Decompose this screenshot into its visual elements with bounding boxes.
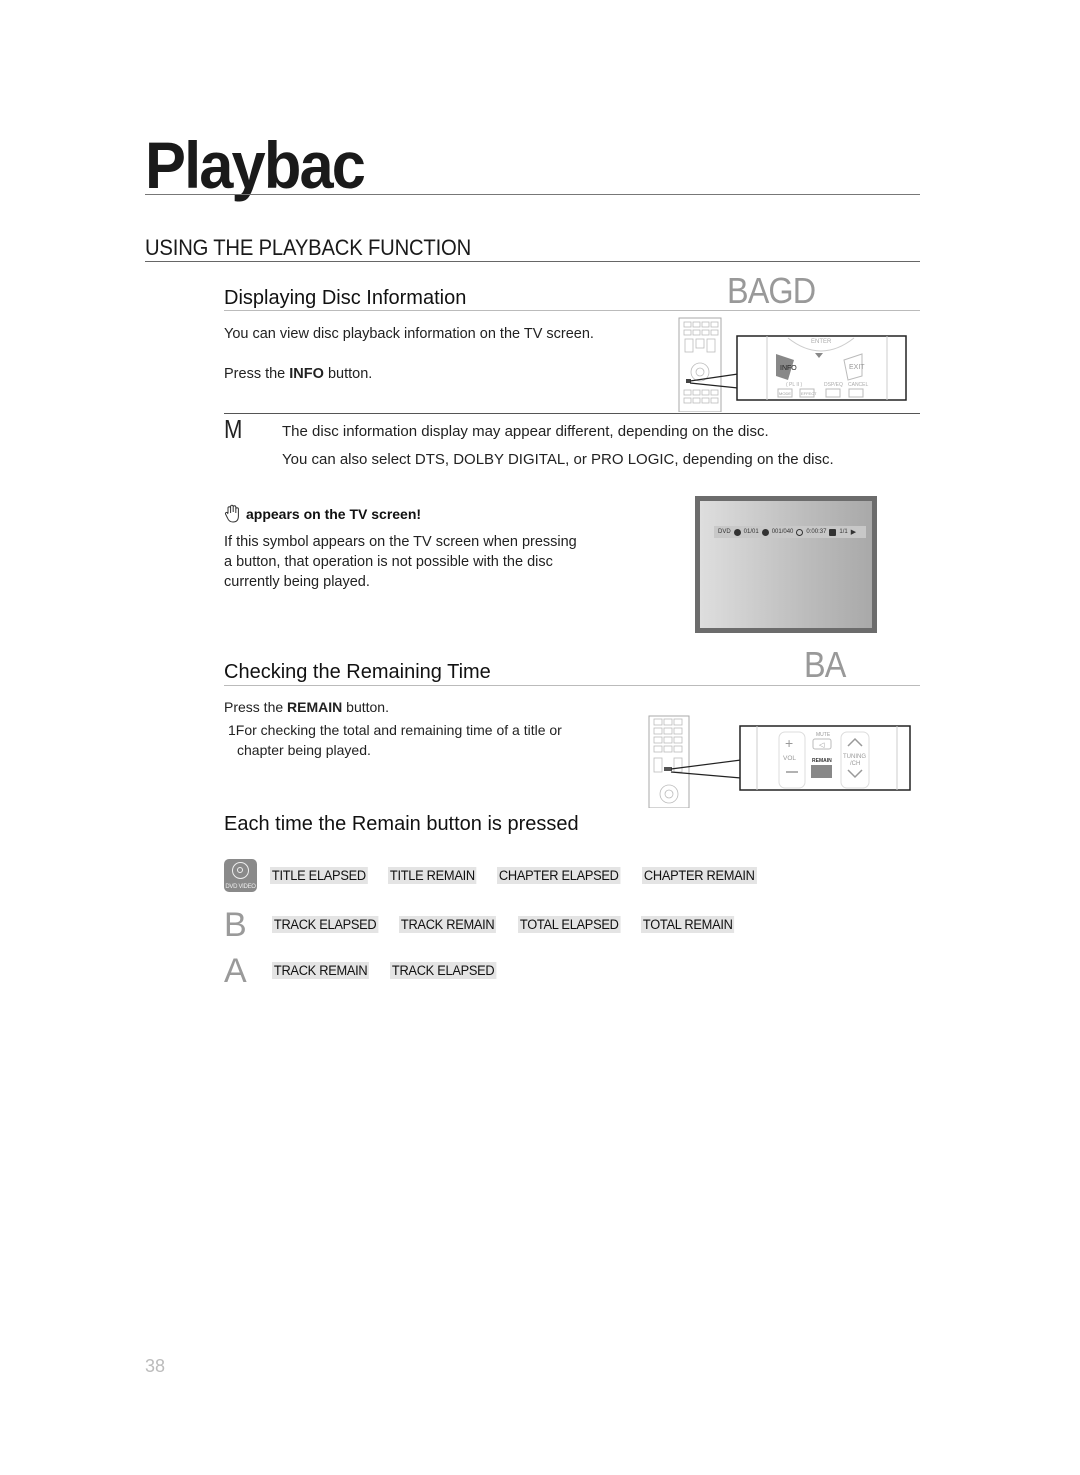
svg-text:EFFECT: EFFECT: [801, 391, 817, 396]
tv-screen-illustration: DVD 01/01 001/040 0:00:37 1/1 ▶: [695, 496, 877, 633]
remain-detail-2: chapter being played.: [237, 742, 371, 758]
prohibit-text-2: a button, that operation is not possible…: [224, 554, 553, 570]
info-step: Press the INFO button.: [224, 364, 372, 384]
disc-type-tags-remaining: BA: [804, 644, 846, 685]
prohibit-text-1: If this symbol appears on the TV screen …: [224, 534, 577, 550]
page-number: 38: [145, 1356, 166, 1376]
svg-text:MODE: MODE: [779, 391, 791, 396]
svg-text:REMAIN: REMAIN: [812, 758, 832, 764]
step-title-remain: TITLE REMAIN: [388, 867, 477, 884]
subsection-divider-remaining: [224, 685, 920, 686]
chapter-divider: [145, 194, 920, 195]
step-total-remain: TOTAL REMAIN: [641, 916, 735, 933]
svg-text:+: +: [785, 735, 793, 751]
subsection-title-disc-info: Displaying Disc Information: [224, 287, 467, 309]
hand-icon: [224, 504, 239, 523]
step-chapter-elapsed: CHAPTER ELAPSED: [497, 867, 621, 884]
subsection-title-remaining: Checking the Remaining Time: [224, 661, 491, 683]
section-divider: [145, 261, 920, 262]
step-prefix: Press the: [224, 366, 290, 382]
svg-text:DSP/EQ: DSP/EQ: [824, 382, 843, 388]
info-button-name: INFO: [289, 366, 324, 382]
camera-angle-icon: [829, 528, 837, 536]
subsection-divider: [224, 310, 920, 311]
svg-text:INFO: INFO: [780, 365, 797, 372]
step-track-elapsed: TRACK ELAPSED: [390, 962, 497, 979]
remain-button-name: REMAIN: [287, 699, 343, 715]
tv-screen-area: DVD 01/01 001/040 0:00:37 1/1 ▶: [700, 501, 872, 628]
step-prefix: Press the: [224, 699, 288, 715]
svg-text:VOL: VOL: [783, 755, 796, 762]
osd-angle: 1/1: [839, 529, 848, 535]
disc-icon: [232, 862, 249, 879]
step-suffix: button.: [323, 366, 373, 382]
chapter-title: Playbac: [145, 128, 366, 202]
osd-disc-type: DVD: [718, 529, 731, 535]
svg-text:CANCEL: CANCEL: [848, 382, 869, 388]
osd-time: 0:00:37: [806, 529, 827, 535]
disc-type-tags: BAGD: [727, 270, 816, 311]
mp3-mark-a: A: [224, 952, 247, 990]
step-track-elapsed: TRACK ELAPSED: [272, 916, 379, 933]
section-title: USING THE PLAYBACK FUNCTION: [145, 235, 472, 260]
step-suffix: button.: [342, 699, 389, 715]
intro-text: You can view disc playback information o…: [224, 326, 594, 342]
note-line-2: You can also select DTS, DOLBY DIGITAL, …: [282, 451, 834, 468]
remain-step: Press the REMAIN button.: [224, 697, 389, 717]
step-chapter-remain: CHAPTER REMAIN: [642, 867, 757, 884]
dvd-video-label: DVD VIDEO: [225, 884, 256, 890]
sequence-title: Each time the Remain button is pressed: [224, 813, 579, 835]
svg-text:ENTER: ENTER: [811, 339, 832, 345]
note-icon: M: [224, 414, 243, 444]
note-line-1: The disc information display may appear …: [282, 423, 769, 440]
remain-detail-1: 1For checking the total and remaining ti…: [228, 722, 562, 738]
info-osd-bar: DVD 01/01 001/040 0:00:37 1/1 ▶: [714, 526, 866, 538]
dvd-video-icon: DVD VIDEO: [224, 859, 257, 892]
svg-text:◁: ◁: [819, 741, 825, 749]
play-icon: ▶: [850, 529, 857, 536]
step-track-remain: TRACK REMAIN: [399, 916, 497, 933]
clock-icon: [796, 528, 804, 536]
osd-title: 01/01: [743, 529, 759, 535]
cd-mark-b: B: [224, 906, 247, 944]
svg-text:/CH: /CH: [850, 761, 860, 767]
chapter-icon: [761, 528, 769, 536]
note-divider: [224, 413, 920, 414]
svg-text:EXIT: EXIT: [849, 364, 865, 371]
step-total-elapsed: TOTAL ELAPSED: [518, 916, 621, 933]
remote-remain-illustration: + VOL MUTE ◁ REMAIN TUNING /CH: [648, 715, 911, 808]
osd-chapter: 001/040: [771, 529, 794, 535]
svg-text:( PL II ): ( PL II ): [786, 382, 803, 388]
remote-info-illustration: ENTER INFO EXIT ( PL II ) DSP/EQ CANCEL …: [678, 317, 907, 412]
prohibit-text-3: currently being played.: [224, 574, 370, 590]
step-track-remain: TRACK REMAIN: [272, 962, 370, 979]
svg-text:TUNING: TUNING: [843, 754, 866, 760]
step-title-elapsed: TITLE ELAPSED: [270, 867, 368, 884]
svg-text:MUTE: MUTE: [816, 732, 831, 738]
prohibit-heading: appears on the TV screen!: [224, 504, 421, 524]
prohibit-heading-text: appears on the TV screen!: [246, 506, 422, 522]
title-icon: [733, 528, 741, 536]
